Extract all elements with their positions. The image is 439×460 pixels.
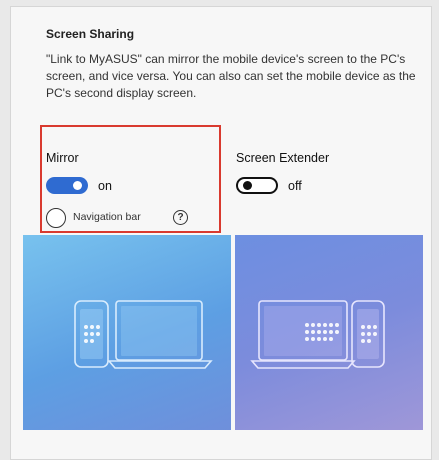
mirror-toggle[interactable] — [46, 177, 88, 194]
phone-laptop-mirror-illustration — [74, 300, 213, 369]
screen-extender-toggle[interactable] — [236, 177, 278, 194]
navigation-bar-radio[interactable] — [46, 208, 66, 228]
navigation-bar-label: Navigation bar — [73, 211, 141, 223]
mirror-toggle-state: on — [98, 179, 112, 193]
section-description: "Link to MyASUS" can mirror the mobile d… — [46, 52, 416, 100]
laptop-phone-extend-illustration — [250, 300, 385, 369]
help-icon[interactable]: ? — [173, 210, 188, 225]
section-title: Screen Sharing — [46, 27, 135, 41]
mirror-label: Mirror — [46, 151, 79, 165]
mirror-preview-image — [23, 235, 231, 430]
screen-extender-toggle-state: off — [288, 179, 302, 193]
extender-preview-image — [235, 235, 423, 430]
screen-extender-toggle-knob — [243, 181, 252, 190]
screen-extender-label: Screen Extender — [236, 151, 330, 165]
mirror-toggle-knob — [73, 181, 82, 190]
